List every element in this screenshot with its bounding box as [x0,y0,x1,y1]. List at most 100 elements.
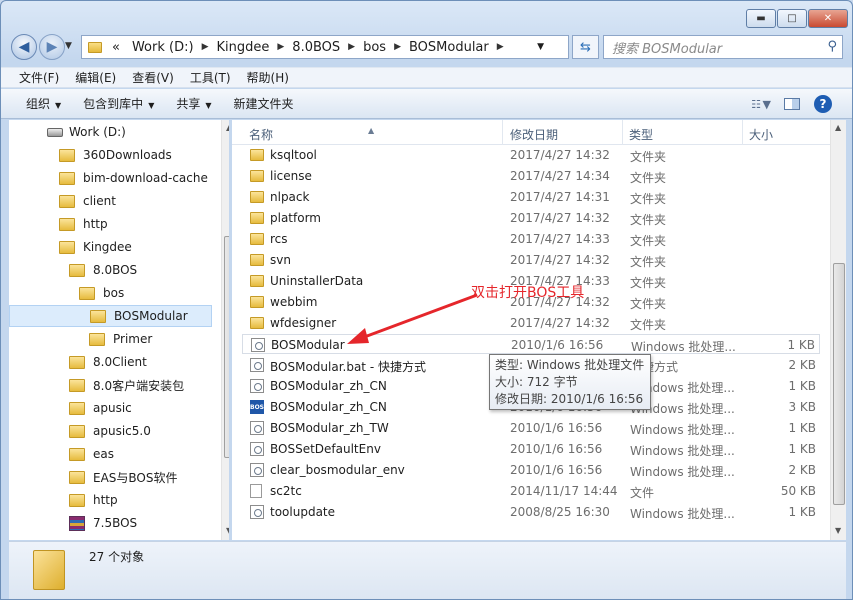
file-row[interactable]: ksqltool 2017/4/27 14:32 文件夹 [242,145,820,165]
nav-item[interactable]: http [69,489,118,511]
nav-item[interactable]: 7.5BOS [69,512,137,534]
search-placeholder: 搜索 BOSModular [612,41,723,57]
nav-item[interactable]: 360Downloads [59,144,172,166]
include-in-library-button[interactable]: 包含到库中 ▼ [72,95,165,112]
nav-scrollbar[interactable]: ▲ ▼ [221,120,229,540]
address-dropdown-icon[interactable]: ▼ [537,42,544,52]
bat-icon [250,358,264,372]
file-name: webbim [270,295,318,309]
breadcrumb-overflow[interactable]: « [106,40,126,55]
menu-help[interactable]: 帮助(H) [241,69,295,86]
forward-button[interactable]: ▶ [39,34,65,60]
back-arrow-icon: ◀ [18,39,30,55]
file-name: nlpack [270,190,310,204]
nav-item[interactable]: Work (D:) [47,121,126,143]
file-date: 2017/4/27 14:31 [510,190,610,204]
file-date: 2017/4/27 14:32 [510,148,610,162]
column-header: ▲ 名称 修改日期 类型 大小 [232,120,830,145]
nav-item[interactable]: Primer [89,328,152,350]
new-folder-button[interactable]: 新建文件夹 [223,95,305,112]
file-size: 3 KB [788,400,816,414]
file-row[interactable]: sc2tc 2014/11/17 14:44 文件 50 KB [242,481,820,501]
refresh-button[interactable]: ⇆ [572,35,599,59]
help-icon[interactable]: ? [814,95,832,113]
file-date: 2017/4/27 14:33 [510,232,610,246]
scroll-down-icon[interactable]: ▼ [835,526,841,535]
menu-tools[interactable]: 工具(T) [184,69,237,86]
file-row[interactable]: clear_bosmodular_env 2010/1/6 16:56 Window… [242,460,820,480]
file-name: clear_bosmodular_env [270,463,405,477]
nav-item-label: apusic [93,401,132,415]
scroll-up-icon[interactable]: ▲ [835,123,841,132]
address-bar[interactable]: « Work (D:) ▶ Kingdee ▶ 8.0BOS ▶ bos ▶ BOSMo… [81,35,569,59]
breadcrumb-chevron-icon[interactable]: ▶ [392,42,403,52]
file-row[interactable]: toolupdate 2008/8/25 16:30 Windows 批处理... 1… [242,502,820,522]
file-row[interactable]: rcs 2017/4/27 14:33 文件夹 [242,229,820,249]
minimize-button[interactable]: ▬ [746,9,776,28]
nav-item[interactable]: http [59,213,108,235]
search-input[interactable]: 搜索 BOSModular ⚲ [603,35,843,59]
file-row[interactable]: nlpack 2017/4/27 14:31 文件夹 [242,187,820,207]
column-name[interactable]: 名称 [249,126,273,143]
nav-item[interactable]: bim-download-cache [59,167,208,189]
menu-view[interactable]: 查看(V) [126,69,180,86]
file-row[interactable]: BOSSetDefaultEnv 2010/1/6 16:56 Windows 批处… [242,439,820,459]
view-options-icon[interactable]: ☷ ▼ [751,98,771,111]
column-type[interactable]: 类型 [629,126,653,143]
nav-scroll-thumb[interactable] [224,236,229,458]
column-date[interactable]: 修改日期 [510,126,558,143]
back-button[interactable]: ◀ [11,34,37,60]
breadcrumb-bosmodular[interactable]: BOSModular [403,40,495,55]
breadcrumb-work-d[interactable]: Work (D:) [126,40,200,55]
nav-item-label: client [83,194,116,208]
breadcrumb-chevron-icon[interactable]: ▶ [495,42,506,52]
file-row[interactable]: platform 2017/4/27 14:32 文件夹 [242,208,820,228]
search-icon[interactable]: ⚲ [827,39,837,54]
menu-file[interactable]: 文件(F) [13,69,65,86]
organize-label: 组织 [26,97,51,111]
nav-item[interactable]: 8.0客户端安装包 [69,374,184,396]
recent-pages-dropdown-icon[interactable]: ▼ [65,41,72,51]
nav-item[interactable]: client [59,190,116,212]
scroll-up-icon[interactable]: ▲ [226,123,229,132]
breadcrumb-kingdee[interactable]: Kingdee [210,40,275,55]
organize-button[interactable]: 组织 ▼ [15,95,72,112]
command-bar: 组织 ▼ 包含到库中 ▼ 共享 ▼ 新建文件夹 ☷ ▼ ? [1,89,852,119]
share-button[interactable]: 共享 ▼ [165,95,222,112]
nav-item[interactable]: 8.0BOS [69,259,137,281]
folder-icon [250,233,264,245]
bat-icon [250,421,264,435]
maximize-button[interactable]: □ [777,9,807,28]
file-row[interactable]: BOSModular 2010/1/6 16:56 Windows 批处理... 1 … [242,334,820,354]
breadcrumb-80bos[interactable]: 8.0BOS [286,40,346,55]
nav-item[interactable]: 8.0Client [69,351,147,373]
file-list-scroll-thumb[interactable] [833,263,845,505]
breadcrumb-chevron-icon[interactable]: ▶ [275,42,286,52]
tooltip-size: 大小: 712 字节 [495,375,578,389]
share-label: 共享 [176,97,201,111]
nav-item[interactable]: eas [69,443,114,465]
nav-item-label: 360Downloads [83,148,172,162]
nav-item[interactable]: bos [79,282,124,304]
nav-item[interactable]: EAS与BOS软件 [69,466,178,488]
menu-edit[interactable]: 编辑(E) [69,69,122,86]
nav-item[interactable]: Kingdee [59,236,132,258]
file-row[interactable]: svn 2017/4/27 14:32 文件夹 [242,250,820,270]
file-row[interactable]: wfdesigner 2017/4/27 14:32 文件夹 [242,313,820,333]
nav-item[interactable]: apusic [69,397,132,419]
file-list-scrollbar[interactable]: ▲ ▼ [830,120,846,540]
nav-item[interactable]: BOSModular [9,305,212,327]
breadcrumb-chevron-icon[interactable]: ▶ [346,42,357,52]
file-row[interactable]: license 2017/4/27 14:34 文件夹 [242,166,820,186]
view-controls: ☷ ▼ ? [751,95,832,113]
folder-icon [59,240,75,254]
scroll-down-icon[interactable]: ▼ [226,526,229,535]
breadcrumb-chevron-icon[interactable]: ▶ [200,42,211,52]
file-row[interactable]: BOSModular_zh_TW 2010/1/6 16:56 Windows 批处… [242,418,820,438]
nav-item[interactable]: apusic5.0 [69,420,151,442]
breadcrumb-bos[interactable]: bos [357,40,392,55]
nav-item-label: 8.0BOS [93,263,138,277]
preview-pane-icon[interactable] [784,98,800,110]
column-size[interactable]: 大小 [749,126,773,143]
close-button[interactable]: ✕ [808,9,848,28]
